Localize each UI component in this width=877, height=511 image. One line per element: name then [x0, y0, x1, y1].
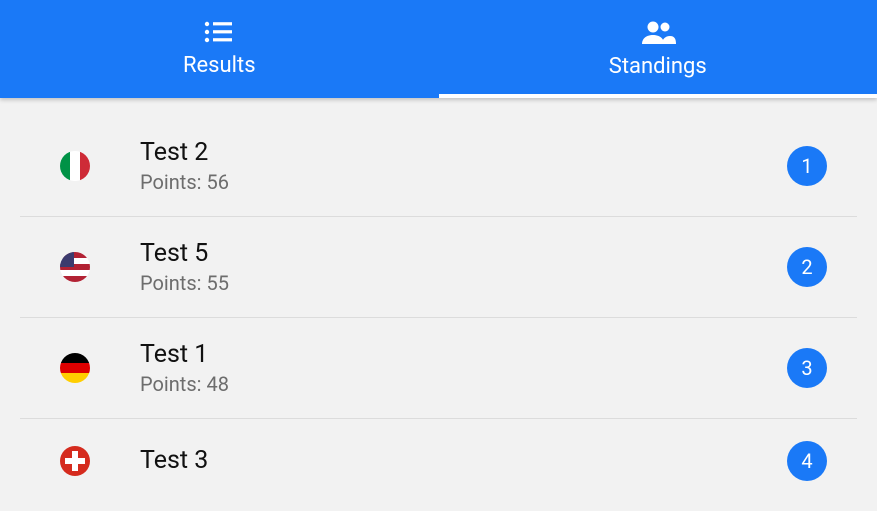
entry-points: Points: 56 [140, 170, 787, 194]
standings-row[interactable]: Test 3 4 [20, 419, 857, 503]
entry-points: Points: 55 [140, 271, 787, 295]
entry-points: Points: 48 [140, 372, 787, 396]
standings-row[interactable]: Test 5 Points: 55 2 [20, 217, 857, 318]
row-info: Test 1 Points: 48 [140, 340, 787, 396]
flag-icon [60, 446, 90, 476]
tab-standings-label: Standings [609, 54, 707, 79]
tab-results[interactable]: Results [0, 0, 439, 98]
rank-badge: 3 [787, 348, 827, 388]
entry-name: Test 3 [140, 446, 787, 476]
people-icon [640, 20, 676, 44]
flag-icon [60, 151, 90, 181]
tab-results-label: Results [183, 53, 256, 78]
standings-row[interactable]: Test 1 Points: 48 3 [20, 318, 857, 419]
row-info: Test 5 Points: 55 [140, 239, 787, 295]
list-icon [204, 21, 234, 43]
tab-standings[interactable]: Standings [439, 0, 877, 98]
row-info: Test 2 Points: 56 [140, 138, 787, 194]
row-info: Test 3 [140, 446, 787, 476]
entry-name: Test 2 [140, 138, 787, 168]
entry-name: Test 1 [140, 340, 787, 370]
standings-row[interactable]: Test 2 Points: 56 1 [20, 116, 857, 217]
standings-list: Test 2 Points: 56 1 Test 5 Points: 55 [0, 98, 877, 511]
rank-badge: 4 [787, 441, 827, 481]
flag-icon [60, 252, 90, 282]
rank-badge: 2 [787, 247, 827, 287]
flag-icon [60, 353, 90, 383]
app-root: Results Standings Test 2 Points [0, 0, 877, 511]
tab-bar: Results Standings [0, 0, 877, 98]
entry-name: Test 5 [140, 239, 787, 269]
rank-badge: 1 [787, 146, 827, 186]
